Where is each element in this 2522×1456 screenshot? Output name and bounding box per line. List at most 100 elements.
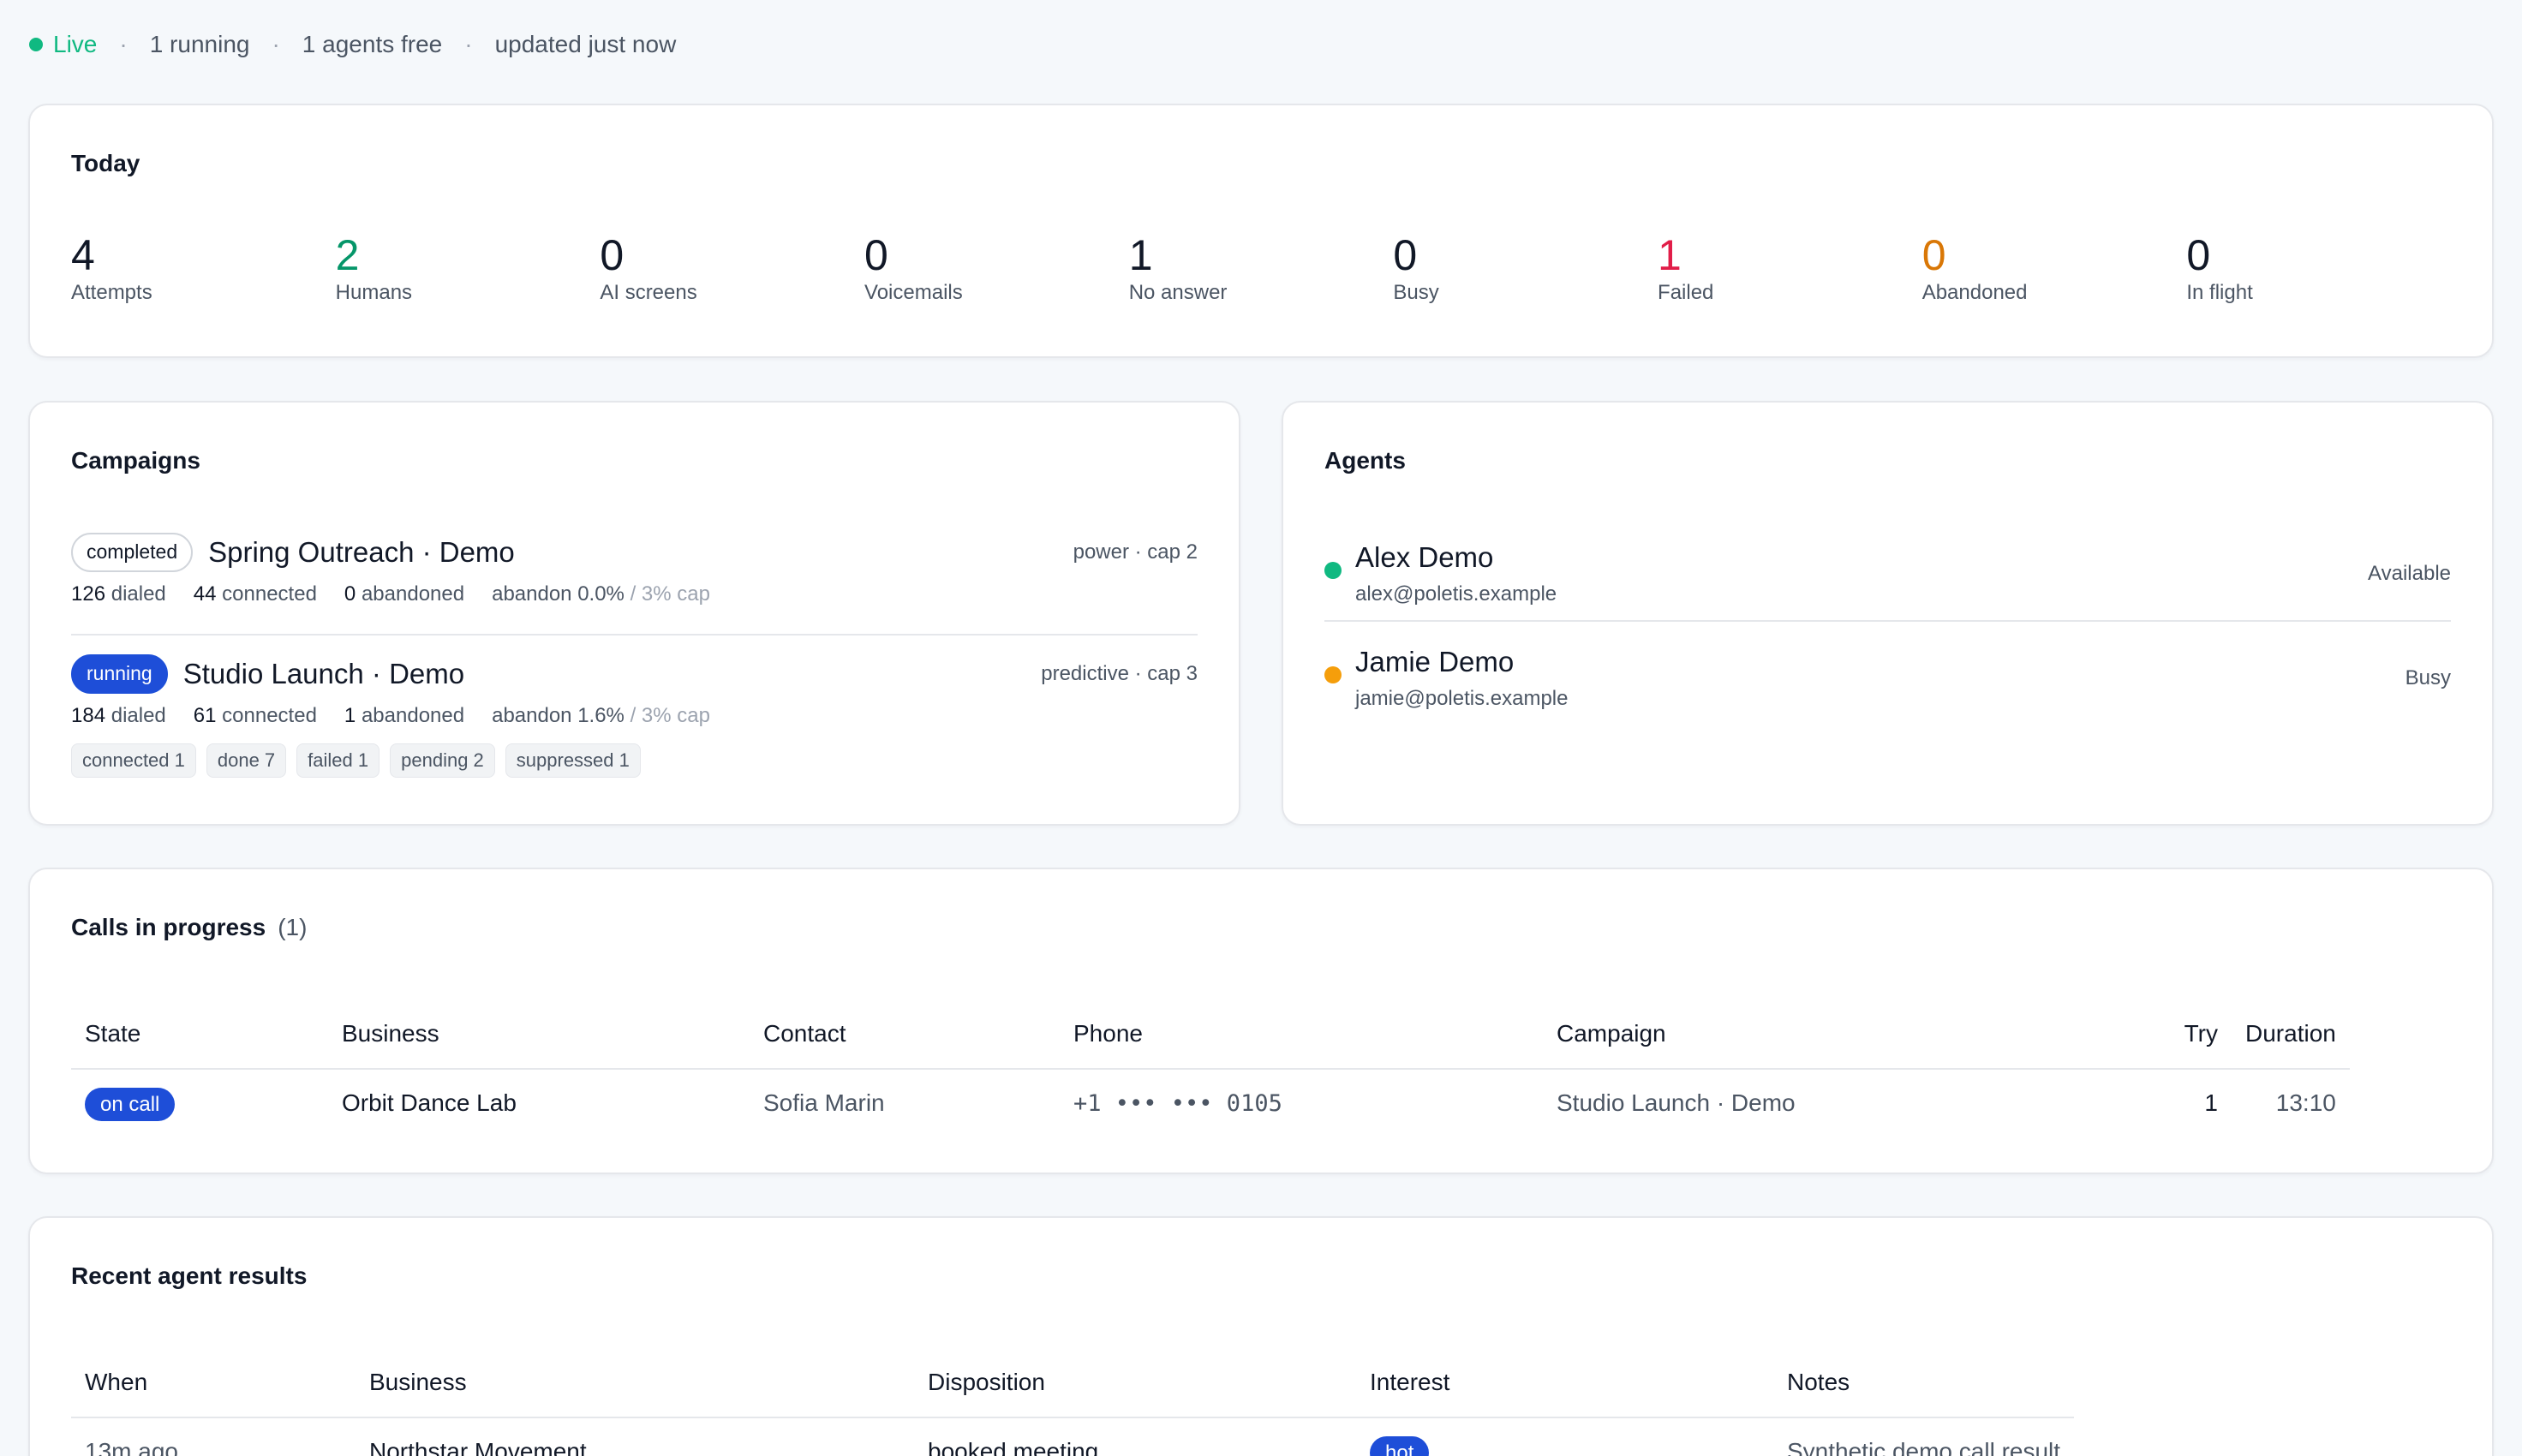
- stat-label: Abandoned: [1921, 281, 2028, 304]
- cell-interest: hot: [1356, 1417, 1773, 1456]
- stat-value: 1: [1128, 231, 1153, 279]
- col-campaign[interactable]: Campaign: [1543, 1000, 2101, 1070]
- table-header-row: State Business Contact Phone Campaign Tr…: [71, 1000, 2350, 1070]
- stat-voicemails: 0 Voicemails: [864, 232, 1129, 305]
- col-try[interactable]: Try: [2101, 1000, 2232, 1070]
- cell-business: Northstar Movement: [369, 1438, 587, 1456]
- campaigns-title: Campaigns: [71, 447, 200, 474]
- stat-humans: 2 Humans: [336, 232, 601, 305]
- cell-business: Orbit Dance Lab: [342, 1089, 517, 1116]
- tag-done: done 7: [206, 743, 287, 778]
- dialed-label: dialed: [111, 582, 166, 606]
- separator: ·: [272, 31, 280, 57]
- recent-results-table: When Business Disposition Interest Notes…: [71, 1348, 2075, 1456]
- tag-failed: failed 1: [296, 743, 380, 778]
- agents-free-count: 1 agents free: [302, 31, 443, 57]
- campaign-item-spring-outreach[interactable]: completed Spring Outreach · Demo power ·…: [71, 533, 1198, 606]
- col-contact[interactable]: Contact: [750, 1000, 1060, 1070]
- cell-try: 1: [2204, 1089, 2218, 1116]
- stat-label: Failed: [1658, 281, 1714, 304]
- agent-status: Available: [2368, 562, 2451, 585]
- col-notes[interactable]: Notes: [1773, 1348, 2075, 1418]
- agent-name: Jamie Demo: [1355, 646, 1515, 677]
- campaigns-card: Campaigns completed Spring Outreach · De…: [28, 401, 1240, 826]
- col-phone[interactable]: Phone: [1060, 1000, 1543, 1070]
- status-bar: Live · 1 running · 1 agents free · updat…: [29, 0, 2493, 89]
- stat-ai-screens: 0 AI screens: [600, 232, 864, 305]
- stat-label: Voicemails: [864, 281, 963, 304]
- agent-status-dot-icon: [1324, 666, 1342, 683]
- updated-label: updated just now: [494, 31, 677, 57]
- col-business[interactable]: Business: [328, 1000, 750, 1070]
- campaign-item-studio-launch[interactable]: running Studio Launch · Demo predictive …: [71, 654, 1198, 778]
- cell-phone: +1 ••• ••• 0105: [1073, 1089, 1282, 1117]
- campaign-divider: [71, 634, 1198, 636]
- stat-in-flight: 0 In flight: [2186, 232, 2451, 305]
- campaign-name[interactable]: Spring Outreach · Demo: [208, 536, 515, 569]
- stat-label: Attempts: [71, 281, 152, 304]
- campaign-name[interactable]: Studio Launch · Demo: [183, 658, 464, 690]
- agent-row-alex[interactable]: Alex Demo alex@poletis.example Available: [1324, 533, 2451, 618]
- calls-table: State Business Contact Phone Campaign Tr…: [71, 1000, 2350, 1137]
- stat-value: 2: [335, 231, 360, 279]
- tag-suppressed: suppressed 1: [505, 743, 641, 778]
- interest-badge: hot: [1370, 1436, 1430, 1456]
- abandon-rate: abandon 0.0%: [492, 582, 625, 606]
- stat-busy: 0 Busy: [1393, 232, 1658, 305]
- stat-failed: 1 Failed: [1658, 232, 1922, 305]
- campaign-stats: 126 dialed 44 connected 0 abandoned aban…: [71, 582, 1198, 606]
- campaign-mode: predictive · cap 3: [1041, 662, 1198, 685]
- agent-status: Busy: [2405, 666, 2451, 689]
- stat-value: 0: [1921, 231, 1946, 279]
- stat-value: 0: [2186, 231, 2211, 279]
- table-row[interactable]: on call Orbit Dance Lab Sofia Marin +1 •…: [71, 1069, 2350, 1137]
- cell-disposition: booked meeting: [928, 1438, 1099, 1456]
- dialed-count: 184: [71, 704, 106, 727]
- agents-card: Agents Alex Demo alex@poletis.example Av…: [1282, 401, 2494, 826]
- tag-connected: connected 1: [71, 743, 196, 778]
- col-when[interactable]: When: [71, 1348, 356, 1418]
- col-state[interactable]: State: [71, 1000, 328, 1070]
- cell-duration: 13:10: [2275, 1089, 2336, 1116]
- col-disposition[interactable]: Disposition: [914, 1348, 1356, 1418]
- stat-no-answer: 1 No answer: [1129, 232, 1394, 305]
- stat-value: 1: [1658, 231, 1682, 279]
- recent-title: Recent agent results: [71, 1262, 308, 1289]
- stat-value: 4: [71, 231, 95, 279]
- stat-attempts: 4 Attempts: [71, 232, 336, 305]
- agent-row-jamie[interactable]: Jamie Demo jamie@poletis.example Busy: [1324, 637, 2451, 723]
- calls-title-text: Calls in progress: [71, 914, 266, 940]
- stat-label: Busy: [1393, 281, 1439, 304]
- abandoned-count: 0: [344, 582, 356, 606]
- abandoned-count: 1: [344, 704, 356, 727]
- agent-email: jamie@poletis.example: [1355, 687, 1569, 710]
- calls-in-progress-card: Calls in progress (1) State Business Cont…: [28, 868, 2494, 1174]
- stat-value: 0: [1393, 231, 1418, 279]
- today-stats: 4 Attempts 2 Humans 0 AI screens 0 Voice…: [71, 232, 2451, 305]
- stat-label: Humans: [335, 281, 413, 304]
- col-interest[interactable]: Interest: [1356, 1348, 1773, 1418]
- stat-label: No answer: [1128, 281, 1228, 304]
- separator: ·: [464, 31, 473, 57]
- cell-state: on call: [71, 1069, 328, 1137]
- cell-campaign: Studio Launch · Demo: [1557, 1089, 1796, 1116]
- col-duration[interactable]: Duration: [2232, 1000, 2350, 1070]
- col-business[interactable]: Business: [356, 1348, 914, 1418]
- agent-status-dot-icon: [1324, 562, 1342, 579]
- abandoned-label: abandoned: [361, 582, 465, 606]
- calls-count: (1): [278, 914, 308, 940]
- abandon-cap: / 3% cap: [630, 582, 710, 606]
- recent-agent-results-card: Recent agent results When Business Dispo…: [28, 1216, 2494, 1456]
- dialed-count: 126: [71, 582, 106, 606]
- tag-pending: pending 2: [390, 743, 495, 778]
- agents-title: Agents: [1324, 447, 1406, 474]
- campaign-mode: power · cap 2: [1073, 540, 1198, 564]
- separator: ·: [119, 31, 128, 57]
- stat-value: 0: [864, 231, 888, 279]
- table-row[interactable]: 13m ago Northstar Movement booked meetin…: [71, 1417, 2074, 1456]
- abandon-rate: abandon 1.6%: [492, 704, 625, 727]
- calls-title: Calls in progress (1): [71, 914, 307, 941]
- cell-notes: Synthetic demo call result: [1787, 1438, 2061, 1456]
- stat-label: In flight: [2186, 281, 2253, 304]
- running-count: 1 running: [149, 31, 250, 57]
